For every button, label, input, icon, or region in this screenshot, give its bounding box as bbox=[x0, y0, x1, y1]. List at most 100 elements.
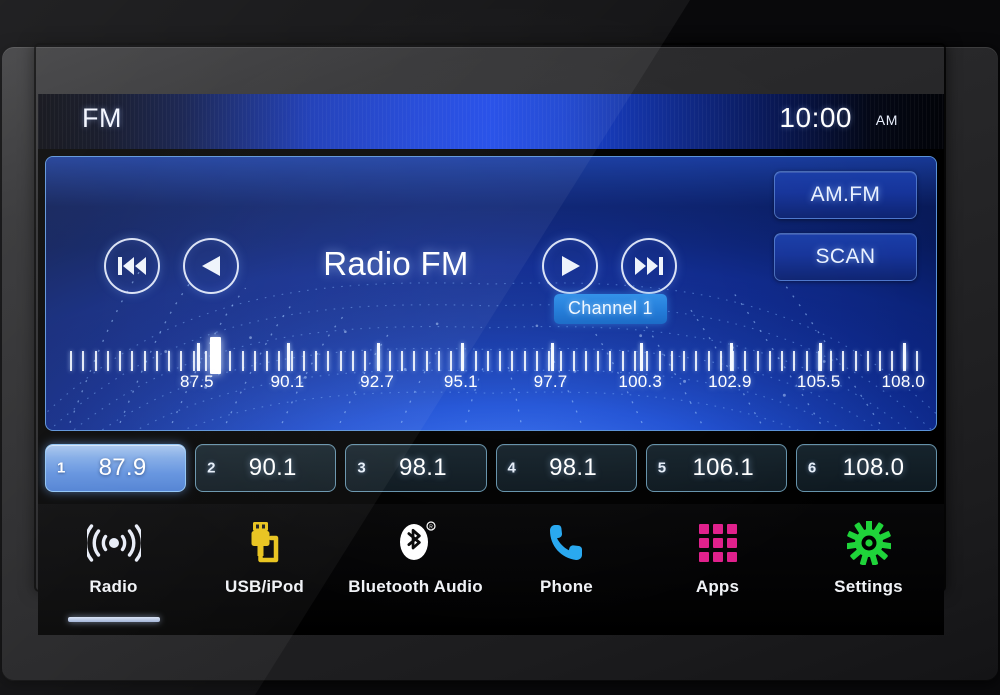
tuner-tick bbox=[879, 351, 882, 371]
apps-grid-icon bbox=[697, 518, 739, 568]
rewind-icon bbox=[199, 254, 223, 278]
preset-number: 2 bbox=[207, 459, 216, 477]
tuner-tick bbox=[805, 351, 808, 371]
tuner-tick bbox=[437, 351, 440, 371]
preset-number: 3 bbox=[357, 459, 366, 477]
scan-label: SCAN bbox=[815, 245, 876, 268]
preset-frequency: 108.0 bbox=[842, 454, 905, 481]
play-icon bbox=[558, 254, 582, 278]
preset-frequency: 98.1 bbox=[549, 454, 598, 481]
tuner-tick bbox=[352, 351, 354, 371]
preset-button-3[interactable]: 3 98.1 bbox=[345, 444, 487, 492]
preset-button-2[interactable]: 2 90.1 bbox=[195, 444, 337, 492]
tuner-tick bbox=[707, 351, 710, 371]
am-fm-button[interactable]: AM.FM bbox=[774, 171, 917, 219]
skip-back-icon bbox=[117, 255, 147, 277]
play-button[interactable] bbox=[542, 238, 598, 294]
tuner-tick bbox=[413, 351, 416, 371]
nav-item-bluetooth-audio[interactable]: R Bluetooth Audio bbox=[340, 504, 491, 635]
preset-button-5[interactable]: 5 106.1 bbox=[645, 444, 787, 492]
preset-button-6[interactable]: 6 108.0 bbox=[795, 444, 938, 492]
preset-frequency: 106.1 bbox=[692, 454, 755, 481]
tuner-tick bbox=[793, 351, 796, 371]
tuner-tick bbox=[916, 351, 918, 371]
tuner-tick bbox=[339, 351, 342, 371]
tuner-scale[interactable] bbox=[70, 331, 918, 374]
scan-button[interactable]: SCAN bbox=[774, 233, 917, 281]
bluetooth-icon: R bbox=[395, 518, 437, 568]
tuner-tick bbox=[106, 351, 109, 371]
touchscreen[interactable]: FM 10:00 AM Radio FM AM.FM SCAN Channel … bbox=[38, 94, 944, 635]
tuner-tick bbox=[241, 351, 244, 371]
nav-item-label: Bluetooth Audio bbox=[348, 577, 483, 596]
clock-time: 10:00 bbox=[779, 102, 852, 133]
tuner-tick bbox=[634, 351, 636, 371]
tuner-tick bbox=[401, 351, 404, 371]
tuner-label: 87.5 bbox=[179, 372, 214, 391]
tuner-tick bbox=[535, 351, 538, 371]
skip-forward-button[interactable] bbox=[621, 238, 677, 294]
preset-frequency: 98.1 bbox=[398, 454, 447, 481]
preset-frequency: 90.1 bbox=[248, 454, 297, 481]
tuner-tick bbox=[119, 351, 122, 371]
active-tab-indicator bbox=[67, 617, 160, 622]
tuner-tick bbox=[646, 351, 649, 371]
tuner-tick bbox=[621, 351, 624, 371]
tuner-tick bbox=[854, 351, 857, 371]
gear-icon bbox=[846, 518, 891, 568]
svg-text:R: R bbox=[429, 525, 433, 531]
nav-item-apps[interactable]: Apps bbox=[642, 504, 793, 635]
tuner-tick bbox=[683, 351, 686, 371]
preset-number: 4 bbox=[507, 459, 516, 477]
tuner-tick bbox=[842, 351, 845, 371]
tuner-tick bbox=[94, 351, 97, 371]
tuner-tick bbox=[253, 351, 256, 371]
tuner-tick bbox=[891, 351, 894, 371]
tuner-label: 108.0 bbox=[881, 372, 926, 391]
preset-number: 1 bbox=[57, 459, 66, 477]
tuner-tick bbox=[695, 351, 698, 371]
tuner-tick bbox=[290, 351, 293, 371]
preset-number: 6 bbox=[807, 459, 817, 477]
tuner-label: 92.7 bbox=[360, 372, 395, 391]
tuner-tick-major bbox=[460, 343, 464, 371]
tuner-tick bbox=[474, 351, 477, 371]
tuner-tick bbox=[302, 351, 305, 371]
tuner-tick-major bbox=[287, 343, 291, 371]
skip-back-button[interactable] bbox=[104, 238, 160, 294]
broadcast-icon bbox=[86, 518, 141, 568]
skip-forward-icon bbox=[634, 255, 664, 277]
tuner-tick bbox=[364, 351, 367, 371]
tuner-tick-major bbox=[729, 343, 733, 371]
tuner-cursor[interactable] bbox=[209, 337, 221, 374]
nav-item-label: Phone bbox=[540, 577, 593, 596]
rewind-button[interactable] bbox=[183, 238, 239, 294]
nav-item-label: Apps bbox=[695, 577, 740, 596]
preset-number: 5 bbox=[657, 459, 667, 477]
tuner-label: 102.9 bbox=[708, 372, 752, 391]
tuner-tick bbox=[450, 351, 453, 371]
tuner-label: 97.7 bbox=[533, 372, 568, 391]
preset-frequency: 87.9 bbox=[98, 454, 147, 481]
tuner-tick bbox=[143, 351, 146, 371]
tuner-tick bbox=[192, 351, 195, 371]
nav-item-phone[interactable]: Phone bbox=[491, 504, 642, 635]
tuner-scale-labels: 87.5 90.1 92.7 95.1 97.7 100.3 102.9 105.5 108.0 bbox=[70, 372, 925, 396]
channel-badge[interactable]: Channel 1 bbox=[554, 294, 667, 324]
nav-item-usb-ipod[interactable]: USB/iPod bbox=[189, 504, 340, 635]
tuner-label: 105.5 bbox=[796, 372, 841, 391]
source-label: FM bbox=[82, 103, 122, 133]
tuner-tick-major bbox=[550, 343, 554, 371]
preset-button-1[interactable]: 1 87.9 bbox=[45, 444, 187, 492]
tuner-tick bbox=[278, 351, 281, 371]
nav-item-radio[interactable]: Radio bbox=[38, 504, 189, 635]
tuner-tick-major bbox=[377, 343, 381, 371]
preset-row: 1 87.9 2 90.1 3 98.1 4 98.1 5 106.1 6 108.0 bbox=[45, 444, 938, 492]
tuner-tick bbox=[560, 351, 563, 371]
nav-item-settings[interactable]: Settings bbox=[793, 504, 944, 635]
clock-meridiem: AM bbox=[875, 112, 898, 128]
tuner-tick bbox=[180, 351, 183, 371]
preset-button-4[interactable]: 4 98.1 bbox=[495, 444, 637, 492]
tuner-tick bbox=[866, 351, 869, 371]
usb-plug-icon bbox=[245, 518, 285, 568]
